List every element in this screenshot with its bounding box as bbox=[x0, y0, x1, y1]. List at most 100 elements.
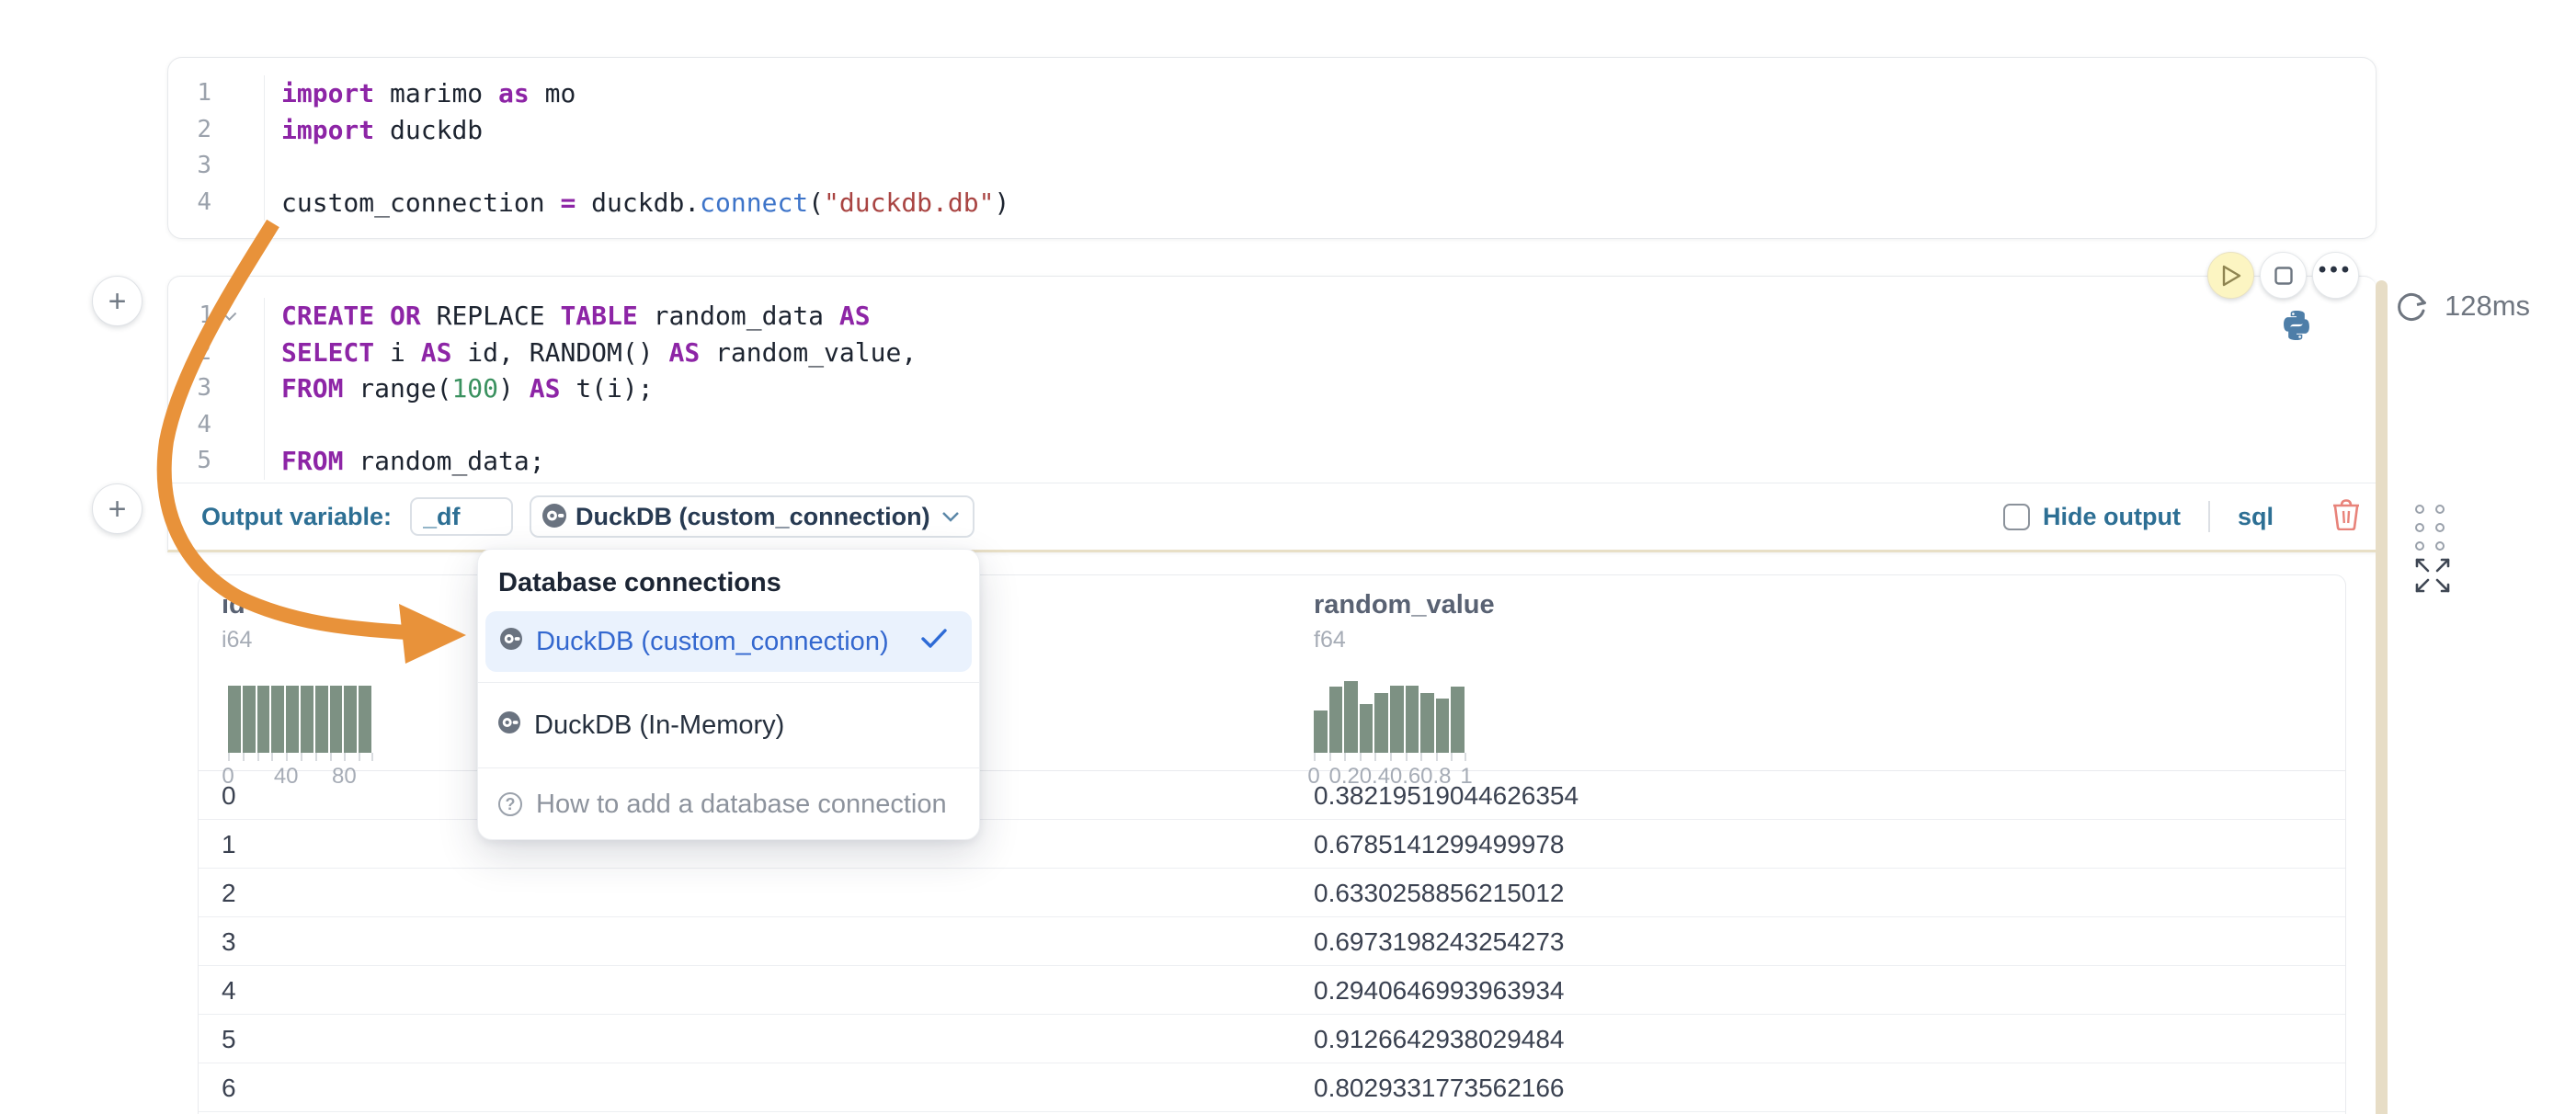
connection-dropdown-button[interactable]: DuckDB (custom_connection) bbox=[530, 495, 975, 538]
line-number: 1 bbox=[168, 298, 265, 335]
hide-output-checkbox[interactable] bbox=[2003, 504, 2030, 530]
code-line[interactable]: FROM range(100) AS t(i); bbox=[265, 370, 2377, 407]
menu-item[interactable]: ? How to add a database connection bbox=[478, 779, 979, 830]
line-number: 3 bbox=[168, 148, 265, 185]
table-cell-id: 3 bbox=[222, 917, 236, 966]
cell-console-row: Output variable: DuckDB (custom_connecti… bbox=[168, 483, 2377, 550]
cell-drag-handle[interactable] bbox=[2415, 505, 2445, 551]
table-cell-random-value: 0.2940646993963934 bbox=[1314, 966, 1565, 1015]
expand-output-icon[interactable] bbox=[2411, 553, 2455, 602]
code-line[interactable]: FROM random_data; bbox=[265, 443, 2377, 480]
add-cell-button[interactable]: + bbox=[92, 483, 142, 534]
menu-item-label: How to add a database connection bbox=[536, 790, 947, 820]
id-column-histogram: 04080 bbox=[228, 683, 373, 753]
cell-action-buttons: ••• bbox=[2207, 252, 2359, 299]
hist-bar bbox=[1406, 686, 1419, 753]
menu-item[interactable]: DuckDB (In-Memory) bbox=[478, 693, 979, 757]
rerun-icon[interactable] bbox=[2393, 288, 2430, 324]
random-value-column-histogram: 00.20.40.60.81 bbox=[1314, 678, 1466, 753]
stop-cell-button[interactable] bbox=[2260, 252, 2307, 299]
hist-bar bbox=[243, 686, 256, 753]
table-cell-random-value: 0.6330258856215012 bbox=[1314, 869, 1565, 917]
chevron-down-icon bbox=[941, 510, 960, 523]
connection-dropdown-label: DuckDB (custom_connection) bbox=[576, 503, 930, 531]
duckdb-icon bbox=[498, 710, 520, 741]
table-row[interactable]: 3 0.6973198243254273 bbox=[199, 917, 2345, 966]
menu-item-label: DuckDB (In-Memory) bbox=[534, 710, 784, 741]
table-cell-id: 6 bbox=[222, 1063, 236, 1112]
line-number: 5 bbox=[168, 443, 265, 480]
fold-chevron-icon[interactable] bbox=[222, 306, 237, 321]
add-cell-button[interactable]: + bbox=[92, 276, 142, 326]
table-cell-random-value: 0.9126642938029484 bbox=[1314, 1015, 1565, 1063]
sql-code-cell[interactable]: 1CREATE OR REPLACE TABLE random_data AS2… bbox=[167, 276, 2377, 552]
line-number: 3 bbox=[168, 370, 265, 407]
duckdb-icon bbox=[500, 627, 522, 657]
code-line[interactable]: CREATE OR REPLACE TABLE random_data AS bbox=[265, 298, 2377, 335]
line-number: 2 bbox=[168, 112, 265, 149]
hist-bar bbox=[330, 686, 343, 753]
console-right-controls: Hide output sql bbox=[2003, 499, 2360, 535]
hist-bar bbox=[344, 686, 357, 753]
menu-item[interactable]: DuckDB (custom_connection) bbox=[485, 611, 972, 672]
line-number: 2 bbox=[168, 335, 265, 371]
column-header-id[interactable]: id i64 bbox=[222, 590, 252, 654]
delete-cell-icon[interactable] bbox=[2332, 499, 2360, 535]
code-line[interactable] bbox=[265, 148, 2376, 185]
code-line[interactable]: custom_connection = duckdb.connect("duck… bbox=[265, 185, 2376, 222]
menu-divider bbox=[478, 682, 979, 683]
table-cell-id: 5 bbox=[222, 1015, 236, 1063]
line-number: 1 bbox=[168, 75, 265, 112]
table-row[interactable]: 5 0.9126642938029484 bbox=[199, 1015, 2345, 1063]
table-row[interactable]: 20.6330258856215012 bbox=[199, 869, 2345, 917]
more-options-button[interactable]: ••• bbox=[2312, 252, 2359, 299]
line-number: 4 bbox=[168, 185, 265, 222]
hist-bar bbox=[1436, 699, 1450, 753]
python-code-cell[interactable]: 1import marimo as mo2import duckdb3 4cus… bbox=[167, 57, 2377, 239]
cell-language-badge[interactable]: sql bbox=[2238, 503, 2274, 531]
output-variable-input[interactable] bbox=[410, 497, 513, 536]
hist-bar bbox=[257, 686, 270, 753]
table-cell-id: 1 bbox=[222, 820, 236, 869]
hist-bar bbox=[1451, 687, 1465, 753]
stop-icon bbox=[2274, 267, 2293, 285]
run-cell-button[interactable] bbox=[2207, 252, 2254, 299]
database-connections-menu: Database connections DuckDB (custom_conn… bbox=[477, 549, 980, 840]
menu-divider bbox=[478, 767, 979, 768]
code-line[interactable] bbox=[265, 407, 2377, 444]
code-line[interactable]: import marimo as mo bbox=[265, 75, 2376, 112]
python-language-icon bbox=[2281, 310, 2312, 346]
table-cell-random-value: 0.38219519044626354 bbox=[1314, 771, 1579, 820]
ellipsis-icon: ••• bbox=[2319, 266, 2353, 286]
table-cell-id: 4 bbox=[222, 966, 236, 1015]
hide-output-label[interactable]: Hide output bbox=[2043, 503, 2181, 531]
marimo-notebook: 1import marimo as mo2import duckdb3 4cus… bbox=[0, 0, 2576, 1114]
hist-bar bbox=[1329, 687, 1343, 753]
hist-bar bbox=[228, 686, 241, 753]
runtime-duration: 128ms bbox=[2445, 290, 2530, 323]
table-cell-id: 0 bbox=[222, 771, 236, 820]
hist-bar bbox=[286, 686, 299, 753]
output-variable-label: Output variable: bbox=[201, 503, 392, 531]
code-line[interactable]: import duckdb bbox=[265, 112, 2376, 149]
hist-bar bbox=[359, 686, 371, 753]
hist-bar bbox=[1360, 704, 1373, 753]
code-editor-python[interactable]: 1import marimo as mo2import duckdb3 4cus… bbox=[168, 58, 2376, 221]
hist-bar bbox=[315, 686, 328, 753]
column-header-random-value[interactable]: random_value f64 bbox=[1314, 590, 1495, 654]
table-cell-random-value: 0.8029331773562166 bbox=[1314, 1063, 1565, 1112]
divider bbox=[2208, 501, 2210, 532]
code-line[interactable]: SELECT i AS id, RANDOM() AS random_value… bbox=[265, 335, 2377, 371]
hist-bar bbox=[271, 686, 284, 753]
line-number: 4 bbox=[168, 407, 265, 444]
table-row[interactable]: 6 0.8029331773562166 bbox=[199, 1063, 2345, 1112]
play-icon bbox=[2221, 265, 2241, 287]
hist-bar bbox=[1390, 686, 1404, 753]
hist-bar bbox=[1344, 681, 1358, 753]
duckdb-icon bbox=[542, 504, 566, 530]
hist-bar bbox=[1374, 693, 1388, 753]
table-row[interactable]: 4 0.2940646993963934 bbox=[199, 966, 2345, 1015]
help-circle-icon: ? bbox=[498, 792, 522, 816]
code-editor-sql[interactable]: 1CREATE OR REPLACE TABLE random_data AS2… bbox=[168, 277, 2377, 480]
table-cell-random-value: 0.6973198243254273 bbox=[1314, 917, 1565, 966]
